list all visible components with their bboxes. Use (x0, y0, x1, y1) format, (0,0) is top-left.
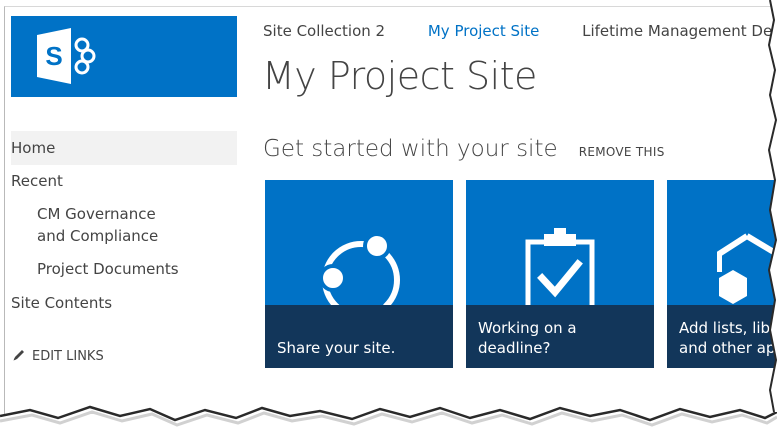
topnav-link-site-collection[interactable]: Site Collection 2 (263, 22, 385, 40)
tile-caption: Share your site. (265, 305, 453, 368)
tile-caption: Add lists, libraries, and other apps. (667, 305, 777, 368)
hexagon-apps-icon (717, 233, 777, 304)
top-navigation: Site Collection 2 My Project Site Lifeti… (263, 22, 777, 42)
quick-launch: Home Recent CM Governance and Compliance… (11, 131, 237, 319)
topnav-link-my-project-site[interactable]: My Project Site (428, 22, 539, 40)
nav-item-home[interactable]: Home (11, 131, 237, 165)
page-title: My Project Site (262, 54, 537, 98)
tile-caption: Working on a deadline? (466, 305, 654, 368)
nav-item-project-documents[interactable]: Project Documents (11, 253, 237, 285)
tile-share-site[interactable]: Share your site. (265, 180, 453, 368)
svg-text:S: S (45, 41, 62, 71)
tile-add-apps[interactable]: Add lists, libraries, and other apps. (667, 180, 777, 368)
topnav-link-lifetime-management[interactable]: Lifetime Management Demo (582, 22, 777, 40)
edit-links-button[interactable]: EDIT LINKS (12, 348, 104, 364)
pencil-icon (13, 350, 24, 361)
tile-working-deadline[interactable]: Working on a deadline? (466, 180, 654, 368)
get-started-header: Get started with your site REMOVE THIS (263, 136, 665, 162)
get-started-heading: Get started with your site (263, 136, 558, 162)
nav-item-site-contents[interactable]: Site Contents (11, 287, 237, 319)
sharepoint-logo[interactable]: S (11, 16, 237, 97)
edit-links-label: EDIT LINKS (32, 349, 104, 364)
nav-item-recent[interactable]: Recent (11, 165, 237, 197)
sharepoint-icon: S (37, 28, 96, 84)
remove-this-link[interactable]: REMOVE THIS (579, 145, 665, 159)
nav-item-cm-governance[interactable]: CM Governance and Compliance (11, 203, 187, 247)
